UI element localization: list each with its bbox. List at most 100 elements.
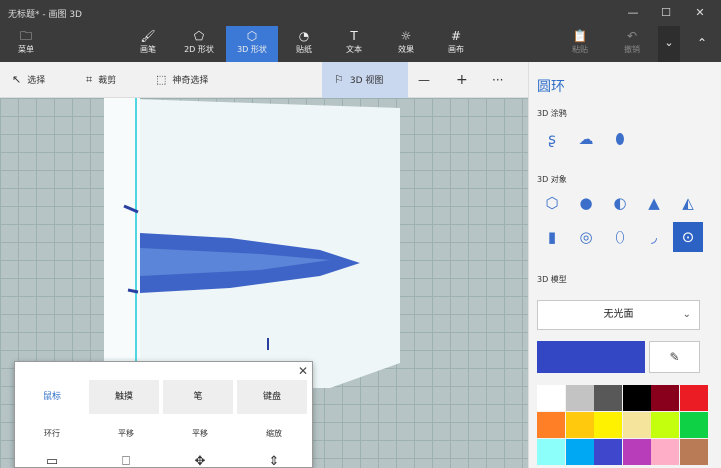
color-swatch[interactable] bbox=[537, 412, 565, 438]
3d-shapes-tool[interactable]: ⬡ 3D 形状 bbox=[226, 26, 278, 62]
color-swatch[interactable] bbox=[651, 412, 679, 438]
color-swatch[interactable] bbox=[565, 439, 594, 465]
color-swatch[interactable] bbox=[594, 385, 622, 411]
color-swatch[interactable] bbox=[679, 412, 708, 438]
mouse-drag-icon: ⎕ bbox=[122, 454, 130, 468]
crop-label: 裁剪 bbox=[98, 76, 117, 86]
hemisphere-icon[interactable]: ◐ bbox=[605, 188, 635, 218]
cylinder-icon[interactable]: ▮ bbox=[537, 222, 567, 252]
more-options-button[interactable]: ⌄ bbox=[658, 26, 680, 62]
capsule-icon[interactable]: ⬯ bbox=[605, 222, 635, 252]
undo-button[interactable]: ↶ 撤销 bbox=[614, 26, 650, 62]
color-swatch[interactable] bbox=[679, 439, 708, 465]
action-zoom: 缩放 bbox=[266, 429, 282, 438]
canvas-icon: # bbox=[450, 29, 462, 43]
cube-icon[interactable]: ⬡ bbox=[537, 188, 567, 218]
effects-icon: ☼ bbox=[400, 29, 412, 43]
color-swatch[interactable] bbox=[594, 412, 622, 438]
menu-button[interactable]: 🗀 菜单 bbox=[6, 26, 46, 62]
zoom-out-button[interactable]: — bbox=[418, 62, 430, 98]
title-bar: 无标题* - 画图 3D — ☐ ✕ bbox=[0, 0, 721, 26]
mouse-left-icon: ▭ bbox=[45, 454, 59, 468]
tab-pen[interactable]: 笔 bbox=[163, 380, 233, 414]
flag-icon: ⚐ bbox=[334, 73, 344, 86]
color-swatch[interactable] bbox=[679, 385, 708, 411]
sidebar-title: 圆环 bbox=[537, 79, 565, 95]
close-icon[interactable]: ✕ bbox=[298, 364, 308, 378]
torus-icon[interactable]: ⊙ bbox=[673, 222, 703, 252]
pyramid-icon[interactable]: ◭ bbox=[673, 188, 703, 218]
cone-icon[interactable]: ▲ bbox=[639, 188, 669, 218]
magic-select-label: 神奇选择 bbox=[172, 76, 209, 86]
color-swatch[interactable] bbox=[565, 412, 594, 438]
brush-icon: 🖌 bbox=[140, 29, 156, 43]
action-pan-2: 平移 bbox=[192, 429, 208, 438]
chevron-down-icon: ⌄ bbox=[682, 309, 691, 320]
text-tool[interactable]: T 文本 bbox=[334, 26, 374, 62]
color-swatch[interactable] bbox=[622, 385, 651, 411]
tube-icon[interactable]: ◎ bbox=[571, 222, 601, 252]
zoom-in-button[interactable]: + bbox=[456, 62, 468, 98]
doodle-section-label: 3D 涂鸦 bbox=[537, 109, 567, 118]
2d-shapes-label: 2D 形状 bbox=[184, 45, 214, 54]
window-title: 无标题* - 画图 3D bbox=[8, 10, 82, 20]
brushes-label: 画笔 bbox=[140, 45, 156, 54]
folder-icon: 🗀 bbox=[19, 29, 32, 43]
crop-tool[interactable]: ⌗ 裁剪 bbox=[86, 62, 116, 98]
color-swatch[interactable] bbox=[565, 385, 594, 411]
color-swatch[interactable] bbox=[651, 385, 679, 411]
2d-shapes-icon: ⬠ bbox=[193, 29, 205, 43]
more-view-button[interactable]: ··· bbox=[492, 62, 503, 98]
cursor-icon: ↖ bbox=[12, 73, 22, 86]
paste-button[interactable]: 📋 粘贴 bbox=[562, 26, 598, 62]
maximize-button[interactable]: ☐ bbox=[650, 0, 682, 26]
brushes-tool[interactable]: 🖌 画笔 bbox=[128, 26, 168, 62]
properties-sidebar: 圆环 3D 涂鸦 ʂ ☁ ⬮ 3D 对象 ⬡ ● ◐ ▲ ◭ ▮ ◎ ⬯ ◞ ⊙… bbox=[528, 62, 721, 468]
close-button[interactable]: ✕ bbox=[684, 0, 716, 26]
effects-tool[interactable]: ☼ 效果 bbox=[386, 26, 426, 62]
2d-shapes-tool[interactable]: ⬠ 2D 形状 bbox=[176, 26, 222, 62]
color-swatch[interactable] bbox=[537, 385, 565, 411]
color-swatch[interactable] bbox=[622, 439, 651, 465]
text-label: 文本 bbox=[346, 45, 362, 54]
stickers-tool[interactable]: ◔ 贴纸 bbox=[284, 26, 324, 62]
tab-touch[interactable]: 触摸 bbox=[89, 380, 159, 414]
rotate-handle-bottom bbox=[127, 288, 139, 294]
sphere-icon[interactable]: ● bbox=[571, 188, 601, 218]
current-color-swatch[interactable] bbox=[537, 341, 645, 373]
finish-dropdown-value: 无光面 bbox=[603, 309, 634, 320]
eyedropper-icon: ✎ bbox=[669, 350, 680, 364]
magic-select-tool[interactable]: ⬚ 神奇选择 bbox=[156, 62, 208, 98]
sharp-doodle-icon[interactable]: ʂ bbox=[537, 124, 567, 154]
color-swatch[interactable] bbox=[537, 439, 565, 465]
finish-dropdown[interactable]: 无光面 ⌄ bbox=[537, 300, 700, 330]
curved-cylinder-icon[interactable]: ◞ bbox=[639, 222, 669, 252]
soft-doodle-icon[interactable]: ☁ bbox=[571, 124, 601, 154]
canvas-tool[interactable]: # 画布 bbox=[436, 26, 476, 62]
select-tool[interactable]: ↖ 选择 bbox=[12, 62, 45, 98]
tab-keyboard[interactable]: 键盘 bbox=[237, 380, 307, 414]
color-swatch[interactable] bbox=[594, 439, 622, 465]
scroll-icon: ⇕ bbox=[268, 454, 280, 468]
sticker-icon: ◔ bbox=[298, 29, 310, 43]
effects-label: 效果 bbox=[398, 45, 414, 54]
tube-doodle-icon[interactable]: ⬮ bbox=[605, 124, 635, 154]
color-swatch[interactable] bbox=[622, 412, 651, 438]
eyedropper-button[interactable]: ✎ bbox=[649, 341, 700, 373]
3d-shapes-label: 3D 形状 bbox=[237, 45, 267, 54]
action-orbit: 环行 bbox=[44, 429, 60, 438]
color-swatch[interactable] bbox=[651, 439, 679, 465]
undo-icon: ↶ bbox=[626, 29, 638, 43]
3d-view-toggle[interactable]: ⚐ 3D 视图 bbox=[322, 62, 408, 98]
menu-label: 菜单 bbox=[18, 45, 34, 54]
magic-select-icon: ⬚ bbox=[156, 73, 167, 86]
secondary-toolbar: ↖ 选择 ⌗ 裁剪 ⬚ 神奇选择 ⚐ 3D 视图 — + ··· bbox=[0, 62, 528, 98]
collapse-ribbon-button[interactable]: ⌃ bbox=[688, 26, 716, 62]
models-section-label: 3D 模型 bbox=[537, 275, 567, 284]
move-arrows-icon: ✥ bbox=[194, 454, 206, 468]
text-icon: T bbox=[350, 29, 358, 43]
3d-view-label: 3D 视图 bbox=[349, 76, 384, 86]
tab-mouse[interactable]: 鼠标 bbox=[17, 380, 87, 414]
canvas-label: 画布 bbox=[448, 45, 464, 54]
minimize-button[interactable]: — bbox=[617, 0, 649, 26]
